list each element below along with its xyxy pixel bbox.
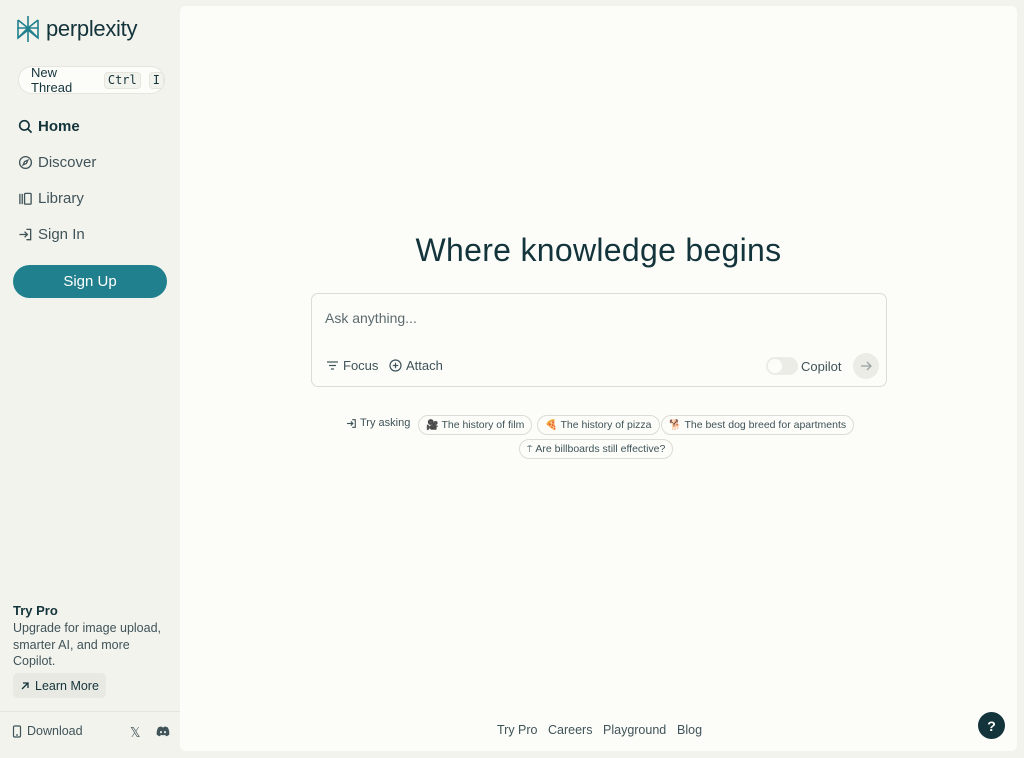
sidebar-item-library[interactable]: Library (18, 190, 84, 207)
sidebar-item-sign-in[interactable]: Sign In (18, 226, 85, 243)
suggestion-chip-pizza[interactable]: 🍕 The history of pizza (537, 415, 660, 435)
footer-link-blog[interactable]: Blog (677, 723, 702, 737)
footer-link-playground[interactable]: Playground (603, 723, 666, 737)
suggestion-chip-film[interactable]: 🎥 The history of film (418, 415, 533, 435)
perplexity-logo-icon (17, 16, 39, 42)
footer-link-careers[interactable]: Careers (548, 723, 592, 737)
suggestion-text: The history of film (441, 419, 525, 431)
sidebar-item-label: Home (38, 118, 80, 135)
billboard-icon: ⍑ (527, 443, 533, 454)
submit-button[interactable] (853, 353, 879, 379)
focus-button[interactable]: Focus (326, 358, 378, 373)
learn-more-button[interactable]: Learn More (13, 673, 106, 698)
ask-box: Focus Attach Copilot (311, 293, 887, 387)
sidebar: perplexity New Thread Ctrl I Home Discov… (0, 0, 180, 758)
search-icon (18, 119, 33, 134)
pizza-icon: 🍕 (545, 419, 558, 431)
suggestion-text: The history of pizza (560, 419, 652, 431)
focus-label: Focus (343, 358, 379, 373)
discord-icon[interactable] (156, 725, 170, 740)
learn-more-label: Learn More (35, 678, 99, 693)
shortcut-key-i: I (148, 71, 164, 89)
film-icon: 🎥 (426, 419, 439, 431)
try-asking-text: Try asking (360, 417, 411, 429)
sidebar-divider (0, 711, 180, 712)
attach-button[interactable]: Attach (389, 358, 443, 373)
copilot-label: Copilot (801, 359, 842, 374)
sign-up-button[interactable]: Sign Up (13, 265, 167, 298)
sidebar-item-label: Sign In (38, 226, 85, 243)
attach-label: Attach (406, 358, 443, 373)
copilot-toggle[interactable] (766, 357, 798, 375)
sidebar-item-discover[interactable]: Discover (18, 154, 96, 171)
perplexity-logo[interactable]: perplexity (14, 14, 137, 44)
x-twitter-icon[interactable]: 𝕏 (130, 725, 140, 741)
new-thread-button[interactable]: New Thread Ctrl I (18, 65, 165, 95)
search-input[interactable] (325, 308, 865, 328)
sidebar-item-home[interactable]: Home (18, 118, 80, 135)
arrow-up-right-icon (21, 681, 29, 689)
sidebar-item-label: Discover (38, 154, 97, 171)
download-button[interactable]: Download (12, 724, 83, 738)
filter-lines-icon (327, 361, 338, 370)
arrow-right-icon (861, 361, 872, 371)
help-button[interactable]: ? (978, 712, 1005, 739)
footer-link-try-pro[interactable]: Try Pro (497, 723, 538, 737)
download-label: Download (27, 724, 83, 738)
try-pro-title: Try Pro (13, 603, 58, 618)
sign-in-icon (347, 418, 356, 428)
compass-icon (18, 155, 33, 170)
library-icon (19, 192, 32, 205)
phone-icon (12, 724, 22, 738)
main-content: Where knowledge begins Focus Attach Copi… (180, 6, 1017, 751)
dog-icon: 🐕 (669, 419, 682, 431)
suggestion-chip-dog[interactable]: 🐕 The best dog breed for apartments (661, 415, 855, 435)
try-pro-description: Upgrade for image upload, smarter AI, an… (13, 621, 162, 668)
copilot-toggle-knob (768, 359, 782, 373)
suggestion-chip-billboards[interactable]: ⍑ Are billboards still effective? (519, 439, 674, 459)
sign-in-icon (19, 228, 32, 241)
plus-circle-icon (389, 359, 402, 372)
try-asking-label: Try asking (346, 417, 410, 429)
sidebar-item-label: Library (38, 190, 84, 207)
page-title: Where knowledge begins (415, 232, 782, 268)
suggestion-text: Are billboards still effective? (535, 443, 666, 455)
new-thread-label: New Thread (31, 65, 73, 95)
brand-name: perplexity (46, 16, 138, 41)
shortcut-key-ctrl: Ctrl (103, 71, 141, 89)
suggestion-text: The best dog breed for apartments (684, 419, 847, 431)
